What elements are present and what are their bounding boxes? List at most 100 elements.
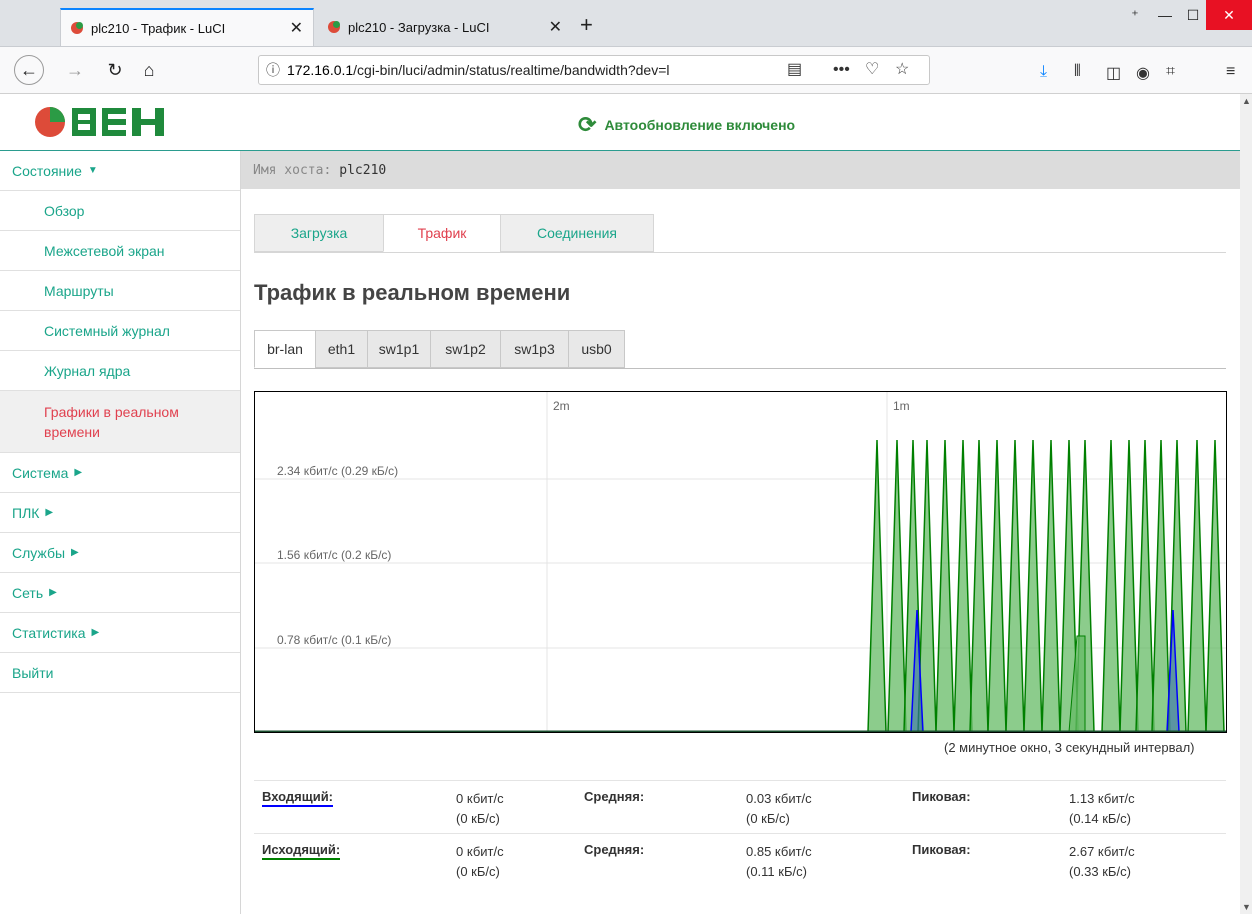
- menu-icon[interactable]: ≡: [1226, 63, 1235, 81]
- luci-favicon-icon: [328, 21, 340, 33]
- browser-tab-bar: plc210 - Трафик - LuCI ✕ plc210 - Загруз…: [0, 0, 1252, 47]
- browser-tab-traffic[interactable]: plc210 - Трафик - LuCI ✕: [60, 8, 314, 46]
- new-tab-icon[interactable]: +: [580, 14, 593, 36]
- tx-spike: [935, 439, 955, 732]
- tab-sw1p3[interactable]: sw1p3: [500, 330, 569, 368]
- sidebar-item-firewall[interactable]: Межсетевой экран: [0, 231, 240, 271]
- caret-right-icon: ▶: [74, 467, 83, 478]
- page-content: ⟳ Автообновление включено Состояние ▼ Обз…: [0, 94, 1240, 914]
- account-icon[interactable]: ◉: [1136, 63, 1150, 83]
- hostname-bar: Имя хоста: plc210: [241, 151, 1240, 189]
- tab-sw1p2[interactable]: sw1p2: [430, 330, 501, 368]
- sidebar-item-overview[interactable]: Обзор: [0, 191, 240, 231]
- sidebar-item-status[interactable]: Состояние ▼: [0, 151, 240, 191]
- tx-spike: [1187, 439, 1207, 732]
- sidebar-item-network[interactable]: Сеть ▶: [0, 573, 240, 613]
- autorefresh-toggle[interactable]: ⟳ Автообновление включено: [578, 112, 795, 138]
- incoming-peak-label: Пиковая:: [912, 789, 971, 804]
- stats-row-incoming: Входящий: 0 кбит/с (0 кБ/с) Средняя: 0.03…: [254, 780, 1226, 833]
- outgoing-avg-label: Средняя:: [584, 842, 645, 857]
- tab-usb0[interactable]: usb0: [568, 330, 625, 368]
- sidebar-item-plc[interactable]: ПЛК ▶: [0, 493, 240, 533]
- traffic-graph: 2m 1m 2.34 кбит/с (0.29 кБ/с) 1.56 кбит/…: [254, 391, 1227, 733]
- tx-spike: [1041, 439, 1061, 732]
- window-close-icon[interactable]: ✕: [1206, 0, 1252, 30]
- page-scrollbar[interactable]: ▲ ▼: [1240, 94, 1252, 914]
- bookmark-star-icon[interactable]: ☆: [895, 56, 909, 84]
- tx-spike: [1205, 439, 1225, 732]
- downloads-icon[interactable]: ⤓: [1040, 63, 1047, 81]
- tx-spike: [987, 439, 1007, 732]
- refresh-icon: ⟳: [578, 112, 597, 137]
- browser-tab-title: plc210 - Трафик - LuCI: [91, 20, 226, 36]
- outgoing-peak-label: Пиковая:: [912, 842, 971, 857]
- tx-spike: [969, 439, 989, 732]
- y-label-low: 0.78 кбит/с (0.1 кБ/с): [277, 633, 391, 647]
- url-text: 172.16.0.1/cgi-bin/luci/admin/status/rea…: [287, 62, 670, 78]
- caret-right-icon: ▶: [49, 587, 57, 598]
- sidebar-item-realtime-graphs[interactable]: Графики в реальном времени: [0, 391, 240, 453]
- tab-sw1p1[interactable]: sw1p1: [367, 330, 431, 368]
- tx-spike: [887, 439, 907, 732]
- forward-arrow-icon[interactable]: →: [60, 55, 90, 85]
- tx-spike: [1151, 439, 1171, 732]
- caret-right-icon: ▶: [71, 547, 79, 558]
- autorefresh-label: Автообновление включено: [604, 117, 796, 133]
- incoming-avg: 0.03 кбит/с (0 кБ/с): [746, 791, 812, 826]
- sidebar-item-statistics[interactable]: Статистика ▶: [0, 613, 240, 653]
- reader-view-icon[interactable]: ▤: [787, 56, 802, 84]
- browser-tab-load[interactable]: plc210 - Загрузка - LuCI ✕: [318, 8, 572, 46]
- sidebar-item-logout[interactable]: Выйти: [0, 653, 240, 693]
- scroll-up-icon[interactable]: ▲: [1242, 96, 1251, 106]
- outgoing-current: 0 кбит/с (0 кБ/с): [456, 844, 504, 879]
- sidebar-item-system[interactable]: Система ▶: [0, 453, 240, 493]
- tx-spike: [1005, 439, 1025, 732]
- incoming-current: 0 кбит/с (0 кБ/с): [456, 791, 504, 826]
- outgoing-label: Исходящий:: [262, 842, 341, 860]
- tx-spike: [1135, 439, 1155, 732]
- sidebar-item-syslog[interactable]: Системный журнал: [0, 311, 240, 351]
- page-title: Трафик в реальном времени: [254, 280, 571, 305]
- close-tab-icon[interactable]: ✕: [290, 18, 303, 38]
- tx-spike: [1101, 439, 1121, 732]
- tab-load[interactable]: Загрузка: [254, 214, 384, 252]
- caret-right-icon: ▶: [91, 627, 100, 638]
- stats-row-outgoing: Исходящий: 0 кбит/с (0 кБ/с) Средняя: 0.8…: [254, 833, 1226, 886]
- y-label-mid: 1.56 кбит/с (0.2 кБ/с): [277, 548, 391, 562]
- traffic-stats: Входящий: 0 кбит/с (0 кБ/с) Средняя: 0.03…: [254, 780, 1226, 886]
- sidebar-toggle-icon[interactable]: ◫: [1106, 63, 1121, 83]
- tab-connections[interactable]: Соединения: [500, 214, 654, 252]
- screenshot-icon[interactable]: ⌗: [1166, 63, 1175, 81]
- tx-spike: [1023, 439, 1043, 732]
- tx-spike: [1119, 439, 1139, 732]
- sidebar-item-kernel-log[interactable]: Журнал ядра: [0, 351, 240, 391]
- scroll-down-icon[interactable]: ▼: [1242, 902, 1251, 912]
- back-arrow-icon[interactable]: ←: [14, 55, 44, 85]
- tx-spike: [867, 439, 887, 732]
- incoming-avg-label: Средняя:: [584, 789, 645, 804]
- page-actions-icon[interactable]: •••: [833, 56, 850, 84]
- status-tabs: Загрузка Трафик Соединения: [254, 214, 1226, 253]
- home-icon[interactable]: ⌂: [134, 55, 164, 85]
- luci-favicon-icon: [71, 22, 83, 34]
- interface-tabs: br-lan eth1 sw1p1 sw1p2 sw1p3 usb0: [254, 330, 1226, 369]
- owen-logo[interactable]: [34, 106, 174, 141]
- hostname-label: Имя хоста:: [253, 162, 332, 178]
- url-bar[interactable]: ⓘ 172.16.0.1/cgi-bin/luci/admin/status/r…: [258, 55, 930, 85]
- sidebar-item-services[interactable]: Службы ▶: [0, 533, 240, 573]
- caret-right-icon: ▶: [45, 507, 54, 518]
- site-info-icon[interactable]: ⓘ: [259, 60, 287, 80]
- sidebar: Состояние ▼ Обзор Межсетевой экран Маршру…: [0, 151, 241, 914]
- library-icon[interactable]: ⫴: [1074, 63, 1081, 81]
- time-label-1m: 1m: [893, 399, 910, 413]
- tab-eth1[interactable]: eth1: [315, 330, 368, 368]
- tab-br-lan[interactable]: br-lan: [254, 330, 316, 368]
- reload-icon[interactable]: ↻: [100, 55, 130, 85]
- pocket-icon[interactable]: ♡: [865, 56, 879, 84]
- close-tab-icon[interactable]: ✕: [549, 17, 562, 37]
- incoming-label: Входящий:: [262, 789, 334, 807]
- tx-spike: [953, 439, 973, 732]
- tab-traffic[interactable]: Трафик: [383, 214, 501, 252]
- sidebar-item-routes[interactable]: Маршруты: [0, 271, 240, 311]
- site-header: ⟳ Автообновление включено: [0, 94, 1240, 151]
